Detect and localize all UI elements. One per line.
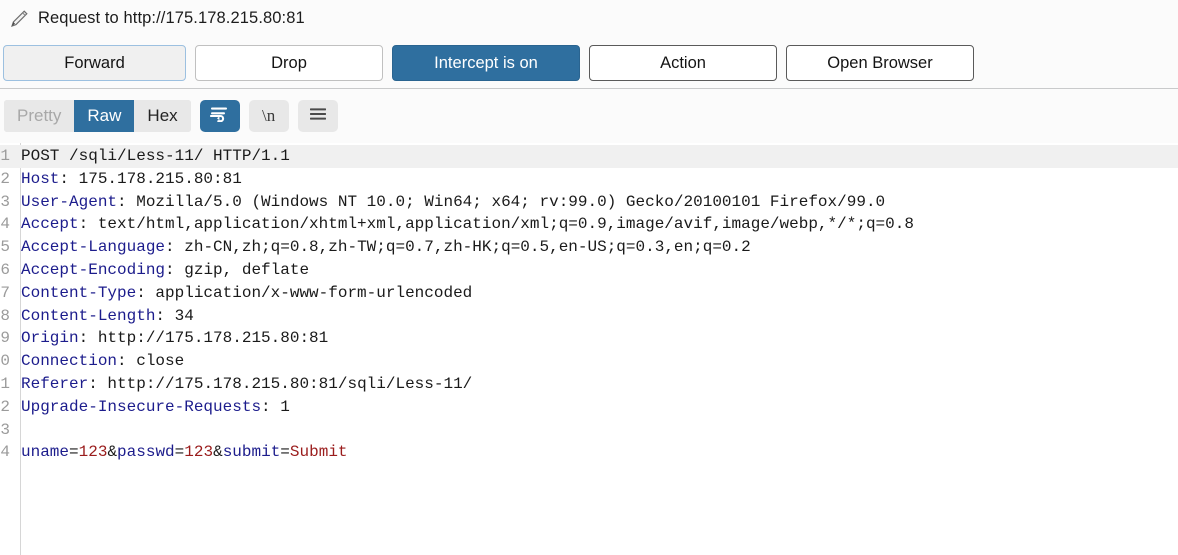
tab-hex[interactable]: Hex	[134, 100, 191, 132]
code-line: 10 Connection: close	[0, 350, 1178, 373]
code-line: 6 Accept-Encoding: gzip, deflate	[0, 259, 1178, 282]
code-line: 2 Host: 175.178.215.80:81	[0, 168, 1178, 191]
code-line-text: Accept-Encoding: gzip, deflate	[21, 260, 310, 279]
raw-request-editor[interactable]: 1 POST /sqli/Less-11/ HTTP/1.1 2 Host: 175.…	[0, 143, 1178, 555]
show-newlines-button[interactable]: \n	[248, 100, 289, 132]
forward-button[interactable]: Forward	[3, 45, 186, 81]
line-number: 13	[0, 420, 10, 439]
code-line: 11 Referer: http://175.178.215.80:81/sqli…	[0, 373, 1178, 396]
line-number: 8	[0, 306, 10, 325]
message-options-menu-button[interactable]	[297, 100, 338, 132]
code-line: 12 Upgrade-Insecure-Requests: 1	[0, 396, 1178, 419]
request-code-lines: 1 POST /sqli/Less-11/ HTTP/1.1 2 Host: 175.…	[0, 143, 1178, 464]
open-browser-button[interactable]: Open Browser	[786, 45, 974, 81]
code-line-text: Referer: http://175.178.215.80:81/sqli/L…	[21, 374, 473, 393]
code-line-text: POST /sqli/Less-11/ HTTP/1.1	[21, 147, 290, 165]
page-title: Request to http://175.178.215.80:81	[38, 9, 305, 27]
word-wrap-toggle-button[interactable]	[199, 100, 240, 132]
code-line: 1 POST /sqli/Less-11/ HTTP/1.1	[0, 145, 1178, 168]
line-number: 6	[0, 260, 10, 279]
line-number: 9	[0, 329, 10, 348]
code-line-text: Accept: text/html,application/xhtml+xml,…	[21, 215, 914, 234]
tab-pretty[interactable]: Pretty	[4, 100, 75, 132]
code-line-text: uname=123&passwd=123&submit=Submit	[21, 443, 348, 462]
code-line: 5 Accept-Language: zh-CN,zh;q=0.8,zh-TW;q…	[0, 236, 1178, 259]
code-line-text: Content-Length: 34	[21, 306, 194, 325]
drop-button[interactable]: Drop	[195, 45, 383, 81]
line-number: 14	[0, 443, 10, 462]
line-number: 2	[0, 169, 10, 188]
pencil-icon	[6, 6, 32, 32]
code-line: 14 uname=123&passwd=123&submit=Submit	[0, 441, 1178, 464]
intercept-toggle-button[interactable]: Intercept is on	[392, 45, 580, 81]
line-number: 4	[0, 215, 10, 234]
hamburger-menu-icon	[308, 107, 328, 126]
line-number: 7	[0, 283, 10, 302]
code-line-text: Origin: http://175.178.215.80:81	[21, 329, 329, 348]
code-line: 7 Content-Type: application/x-www-form-ur…	[0, 282, 1178, 305]
code-line-text: Connection: close	[21, 352, 185, 371]
newline-icon: \n	[262, 106, 276, 125]
line-number: 10	[0, 352, 10, 371]
message-view-toolbar: Pretty Raw Hex \n	[0, 89, 1178, 143]
code-line-text: Upgrade-Insecure-Requests: 1	[21, 397, 290, 416]
code-line: 4 Accept: text/html,application/xhtml+xml…	[0, 213, 1178, 236]
action-button[interactable]: Action	[589, 45, 777, 81]
message-format-tabs: Pretty Raw Hex	[4, 100, 191, 132]
code-line: 9 Origin: http://175.178.215.80:81	[0, 327, 1178, 350]
line-number: 3	[0, 192, 10, 211]
action-button-bar: Forward Drop Intercept is on Action Open…	[0, 37, 1178, 89]
line-number: 12	[0, 397, 10, 416]
code-line: 8 Content-Length: 34	[0, 305, 1178, 328]
line-number: 11	[0, 374, 10, 393]
intercept-request-window: Request to http://175.178.215.80:81 Forw…	[0, 0, 1178, 555]
code-line-text: Accept-Language: zh-CN,zh;q=0.8,zh-TW;q=…	[21, 238, 751, 257]
code-line-text: Host: 175.178.215.80:81	[21, 169, 242, 188]
line-number: 5	[0, 238, 10, 257]
tab-raw[interactable]: Raw	[74, 100, 135, 132]
line-number: 1	[0, 147, 10, 165]
code-line-text: User-Agent: Mozilla/5.0 (Windows NT 10.0…	[21, 192, 886, 211]
code-line-text: Content-Type: application/x-www-form-url…	[21, 283, 473, 302]
word-wrap-icon	[209, 106, 230, 127]
code-line: 3 User-Agent: Mozilla/5.0 (Windows NT 10.…	[0, 191, 1178, 214]
code-line: 13	[0, 419, 1178, 442]
window-title-bar: Request to http://175.178.215.80:81	[0, 0, 1178, 37]
